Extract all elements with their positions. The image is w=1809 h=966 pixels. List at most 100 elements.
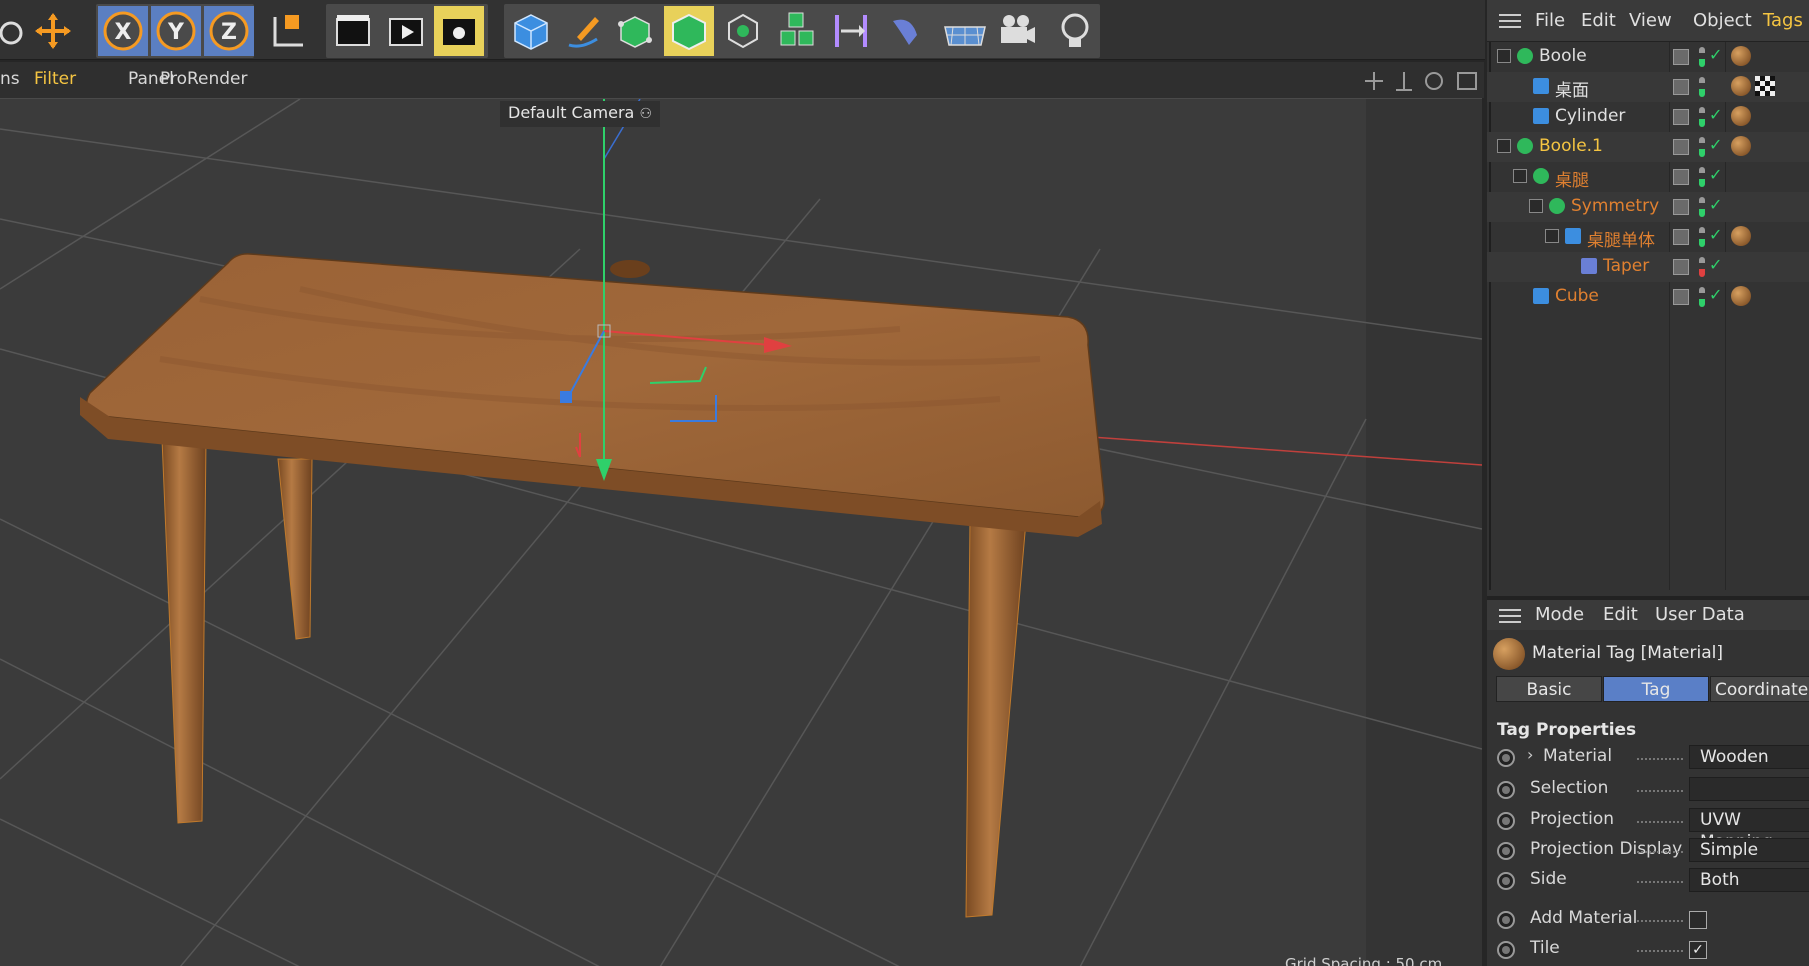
expand-toggle-icon[interactable] xyxy=(1497,49,1511,63)
material-tag-icon[interactable] xyxy=(1731,226,1751,246)
visibility-dots-icon[interactable] xyxy=(1699,77,1705,97)
uvw-tag-icon[interactable] xyxy=(1755,76,1775,96)
object-row[interactable]: 桌腿 ✓ xyxy=(1487,162,1809,192)
material-tag-icon[interactable] xyxy=(1731,76,1751,96)
x-axis-lock[interactable]: X xyxy=(98,6,148,56)
expand-arrow-icon[interactable]: › xyxy=(1527,745,1533,764)
menu-tags[interactable]: Tags xyxy=(1763,10,1803,31)
symmetry-deformer-icon[interactable] xyxy=(826,6,876,56)
viewport-menu-options[interactable]: ns xyxy=(0,69,20,89)
material-tag-icon[interactable] xyxy=(1731,46,1751,66)
layer-edit-icon[interactable] xyxy=(1673,169,1689,185)
enabled-check-icon[interactable]: ✓ xyxy=(1709,255,1722,274)
property-value-field[interactable]: UVW Mapping xyxy=(1689,808,1809,852)
animate-radio-icon[interactable] xyxy=(1497,941,1515,959)
menu-user-data[interactable]: User Data xyxy=(1655,604,1745,625)
menu-edit[interactable]: Edit xyxy=(1581,10,1616,31)
enabled-check-icon[interactable]: ✓ xyxy=(1709,135,1722,154)
coordinate-system-icon[interactable] xyxy=(262,6,312,56)
animate-radio-icon[interactable] xyxy=(1497,781,1515,799)
object-row[interactable]: Taper ✓ xyxy=(1487,252,1809,282)
viewport-menu-filter[interactable]: Filter xyxy=(34,69,76,89)
visibility-dots-icon[interactable] xyxy=(1699,287,1705,307)
cloner-icon[interactable] xyxy=(718,6,768,56)
camera-label[interactable]: Default Camera ⚇ xyxy=(500,101,660,127)
object-row[interactable]: Cylinder ✓ xyxy=(1487,102,1809,132)
viewport-menu-prorender[interactable]: ProRender xyxy=(160,69,248,89)
layer-edit-icon[interactable] xyxy=(1673,229,1689,245)
object-row[interactable]: Boole ✓ xyxy=(1487,42,1809,72)
visibility-dots-icon[interactable] xyxy=(1699,257,1705,277)
menu-file[interactable]: File xyxy=(1535,10,1565,31)
camera-icon[interactable] xyxy=(992,6,1042,56)
enabled-check-icon[interactable]: ✓ xyxy=(1709,225,1722,244)
menu-object[interactable]: Object xyxy=(1693,10,1752,31)
3d-viewport[interactable]: Default Camera ⚇ Grid Spacing : 50 cm xyxy=(0,98,1482,966)
expand-toggle-icon[interactable] xyxy=(1545,229,1559,243)
y-axis-lock[interactable]: Y xyxy=(151,6,201,56)
visibility-dots-icon[interactable] xyxy=(1699,107,1705,127)
visibility-dots-icon[interactable] xyxy=(1699,167,1705,187)
material-tag-icon[interactable] xyxy=(1731,286,1751,306)
light-icon[interactable] xyxy=(1050,6,1100,56)
hamburger-icon[interactable] xyxy=(1499,608,1521,624)
enabled-check-icon[interactable]: ✓ xyxy=(1709,195,1722,214)
material-tag-icon[interactable] xyxy=(1731,106,1751,126)
render-settings-icon[interactable] xyxy=(434,6,484,56)
extrude-icon[interactable] xyxy=(664,6,714,56)
render-view-icon[interactable] xyxy=(328,6,378,56)
object-row[interactable]: Cube ✓ xyxy=(1487,282,1809,312)
move-icon[interactable] xyxy=(28,6,78,56)
enabled-check-icon[interactable]: ✓ xyxy=(1709,45,1722,64)
tab-coordinates[interactable]: Coordinates xyxy=(1710,676,1809,702)
material-tag-icon[interactable] xyxy=(1731,136,1751,156)
tab-tag[interactable]: Tag xyxy=(1603,676,1709,702)
layer-edit-icon[interactable] xyxy=(1673,259,1689,275)
layer-edit-icon[interactable] xyxy=(1673,49,1689,65)
visibility-dots-icon[interactable] xyxy=(1699,137,1705,157)
floor-icon[interactable] xyxy=(940,6,990,56)
layer-edit-icon[interactable] xyxy=(1673,289,1689,305)
object-row[interactable]: Boole.1 ✓ xyxy=(1487,132,1809,162)
tab-basic[interactable]: Basic xyxy=(1496,676,1602,702)
bend-deformer-icon[interactable] xyxy=(880,6,930,56)
layer-edit-icon[interactable] xyxy=(1673,199,1689,215)
pen-spline-icon[interactable] xyxy=(558,6,608,56)
layer-edit-icon[interactable] xyxy=(1673,79,1689,95)
object-row[interactable]: 桌面 xyxy=(1487,72,1809,102)
expand-toggle-icon[interactable] xyxy=(1529,199,1543,213)
visibility-dots-icon[interactable] xyxy=(1699,47,1705,67)
visibility-dots-icon[interactable] xyxy=(1699,197,1705,217)
property-checkbox[interactable] xyxy=(1689,911,1707,929)
menu-view[interactable]: View xyxy=(1629,10,1672,31)
animate-radio-icon[interactable] xyxy=(1497,749,1515,767)
animate-radio-icon[interactable] xyxy=(1497,911,1515,929)
property-checkbox[interactable]: ✓ xyxy=(1689,941,1707,959)
property-value-field[interactable]: Both xyxy=(1689,868,1809,892)
layer-edit-icon[interactable] xyxy=(1673,109,1689,125)
visibility-dots-icon[interactable] xyxy=(1699,227,1705,247)
enabled-check-icon[interactable]: ✓ xyxy=(1709,165,1722,184)
menu-edit[interactable]: Edit xyxy=(1603,604,1638,625)
expand-toggle-icon[interactable] xyxy=(1497,139,1511,153)
mograph-icon[interactable] xyxy=(772,6,822,56)
expand-toggle-icon[interactable] xyxy=(1513,169,1527,183)
property-value-field[interactable]: Simple xyxy=(1689,838,1809,862)
layer-edit-icon[interactable] xyxy=(1673,139,1689,155)
menu-mode[interactable]: Mode xyxy=(1535,604,1584,625)
animate-radio-icon[interactable] xyxy=(1497,842,1515,860)
animate-radio-icon[interactable] xyxy=(1497,812,1515,830)
enabled-check-icon[interactable]: ✓ xyxy=(1709,105,1722,124)
enabled-check-icon[interactable]: ✓ xyxy=(1709,285,1722,304)
render-picture-viewer-icon[interactable] xyxy=(381,6,431,56)
property-value-field[interactable]: Wooden xyxy=(1689,745,1809,769)
property-value-field[interactable] xyxy=(1689,777,1809,801)
object-row[interactable]: 桌腿单体 ✓ xyxy=(1487,222,1809,252)
animate-radio-icon[interactable] xyxy=(1497,872,1515,890)
hamburger-icon[interactable] xyxy=(1499,13,1521,29)
viewport-navigation-icons[interactable] xyxy=(1362,70,1480,92)
cube-object-icon[interactable] xyxy=(506,6,556,56)
z-axis-lock[interactable]: Z xyxy=(204,6,254,56)
object-row[interactable]: Symmetry ✓ xyxy=(1487,192,1809,222)
subdivision-icon[interactable] xyxy=(610,6,660,56)
